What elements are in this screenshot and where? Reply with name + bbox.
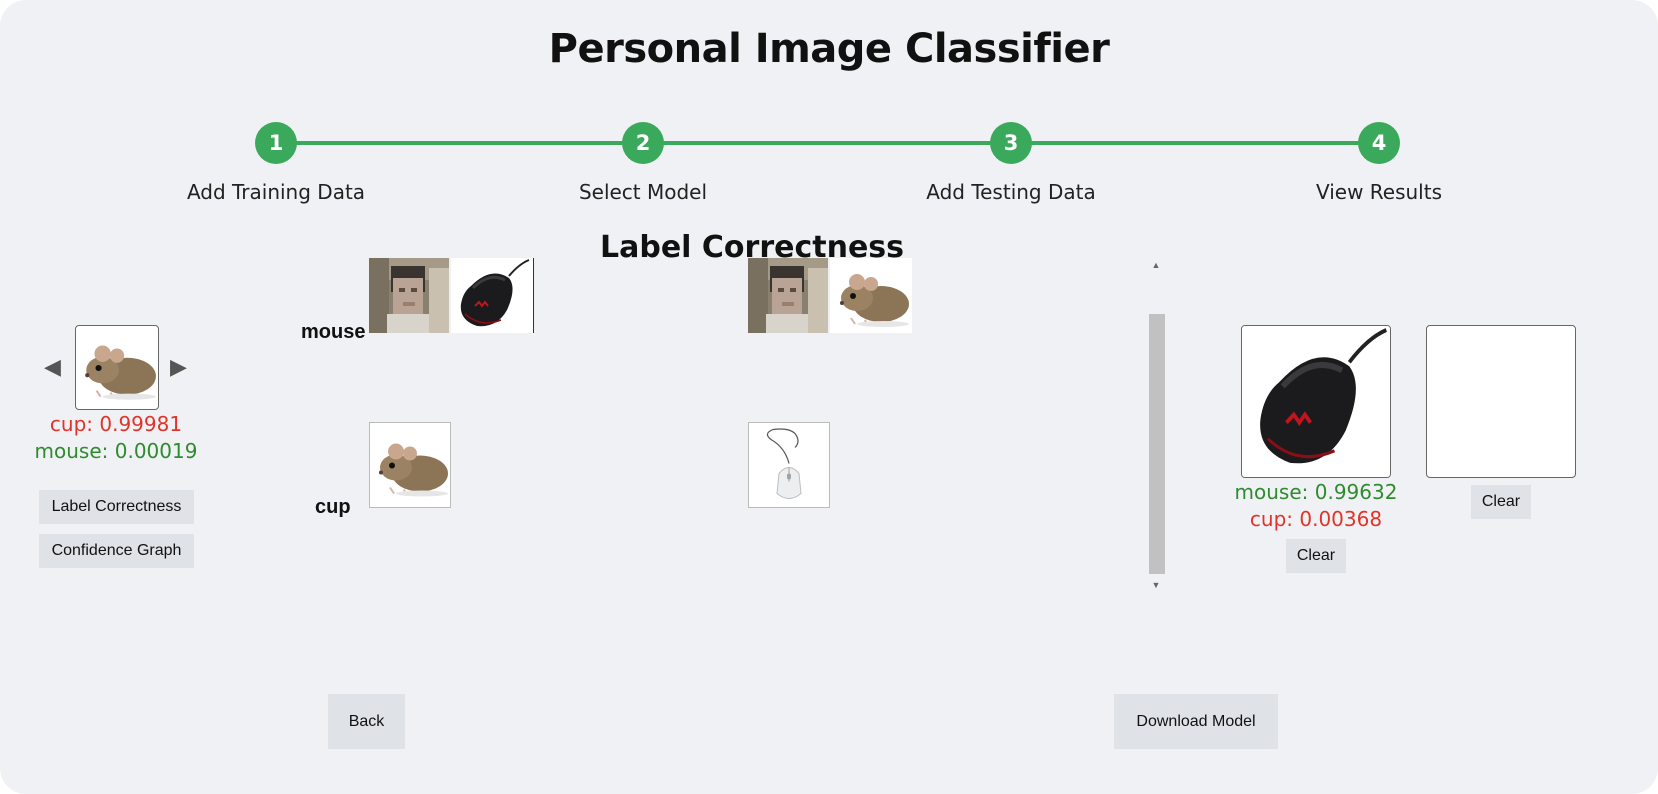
clear-slot-1-button[interactable]: Clear xyxy=(1286,539,1346,573)
prediction-cup-score: cup: 0.99981 xyxy=(49,412,183,436)
face-image[interactable] xyxy=(369,258,449,333)
page-title: Personal Image Classifier xyxy=(548,26,1110,72)
back-button[interactable]: Back xyxy=(328,694,405,749)
results-scrollbar[interactable]: ▲ ▼ xyxy=(1147,258,1165,592)
next-image-icon[interactable]: ▶ xyxy=(170,354,187,380)
confidence-graph-button[interactable]: Confidence Graph xyxy=(39,534,194,568)
test-image-slot-1[interactable] xyxy=(1241,325,1391,478)
scrollbar-thumb[interactable] xyxy=(1149,314,1165,574)
row-label-mouse: mouse xyxy=(301,321,366,343)
prev-image-icon[interactable]: ◀ xyxy=(44,354,61,380)
selected-image-preview xyxy=(75,325,159,410)
test-image-slot-2[interactable] xyxy=(1426,325,1576,478)
face-image[interactable] xyxy=(748,258,828,333)
test-prediction-mouse: mouse: 0.99632 xyxy=(1234,480,1398,504)
step-3-circle[interactable]: 3 xyxy=(990,122,1032,164)
stepper-progress-line xyxy=(276,141,1379,145)
scroll-up-icon[interactable]: ▲ xyxy=(1147,260,1165,270)
white-mouse-image[interactable] xyxy=(748,422,830,508)
prediction-mouse-score: mouse: 0.00019 xyxy=(34,439,198,463)
rodent-image[interactable] xyxy=(830,258,912,333)
row-label-cup: cup xyxy=(315,496,351,518)
step-2-circle[interactable]: 2 xyxy=(622,122,664,164)
step-4-label: View Results xyxy=(1315,180,1443,204)
step-2-label: Select Model xyxy=(578,180,708,204)
black-mouse-image[interactable] xyxy=(451,258,534,333)
classifier-card: Personal Image Classifier 1 2 3 4 Add Tr… xyxy=(0,0,1658,794)
clear-slot-2-button[interactable]: Clear xyxy=(1471,485,1531,519)
download-model-button[interactable]: Download Model xyxy=(1114,694,1278,749)
scroll-down-icon[interactable]: ▼ xyxy=(1147,580,1165,590)
step-4-circle[interactable]: 4 xyxy=(1358,122,1400,164)
label-correctness-button[interactable]: Label Correctness xyxy=(39,490,194,524)
step-3-label: Add Testing Data xyxy=(926,180,1096,204)
test-prediction-cup: cup: 0.00368 xyxy=(1249,507,1383,531)
step-1-label: Add Training Data xyxy=(186,180,366,204)
step-1-circle[interactable]: 1 xyxy=(255,122,297,164)
rodent-image[interactable] xyxy=(369,422,451,508)
